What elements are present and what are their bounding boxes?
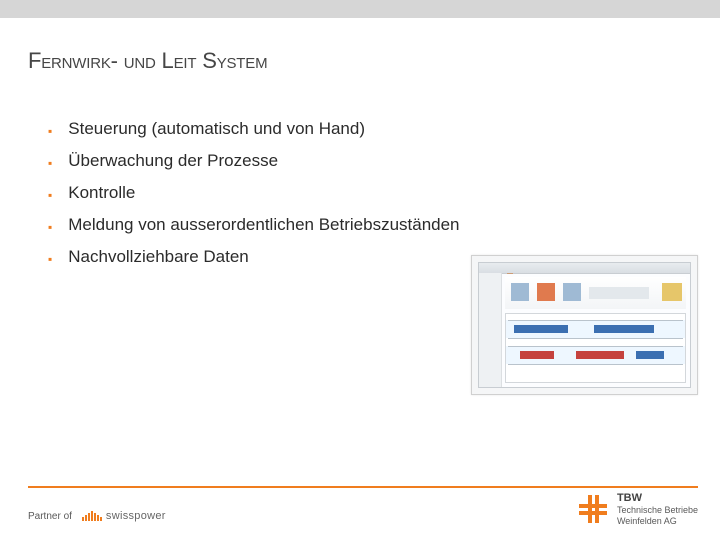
title-part: Leit [162, 48, 203, 73]
list-item: ▪ Meldung von ausserordentlichen Betriebs… [48, 214, 690, 237]
bullet-text: Meldung von ausserordentlichen Betriebsz… [68, 214, 459, 237]
top-bar [0, 0, 720, 18]
tbw-logo: TBW Technische Betriebe Weinfelden AG [579, 492, 698, 526]
list-item: ▪ Kontrolle [48, 182, 690, 205]
tbw-icon [579, 495, 607, 523]
title-dash: - [111, 48, 124, 73]
title-part: Fernwirk [28, 48, 111, 73]
bullet-icon: ▪ [48, 155, 52, 171]
slide-title: Fernwirk- und Leit System [28, 48, 267, 74]
title-part: und [124, 48, 162, 73]
swisspower-icon [82, 511, 102, 521]
bullet-text: Überwachung der Prozesse [68, 150, 278, 173]
bullet-text: Steuerung (automatisch und von Hand) [68, 118, 365, 141]
list-item: ▪ Steuerung (automatisch und von Hand) [48, 118, 690, 141]
tbw-name: TBW [617, 492, 698, 505]
swisspower-name: swisspower [106, 510, 166, 522]
swisspower-logo: swisspower [82, 510, 166, 522]
footer-left: Partner of swisspower [28, 510, 166, 522]
tbw-line: Technische Betriebe [617, 505, 698, 515]
tbw-text: TBW Technische Betriebe Weinfelden AG [617, 492, 698, 526]
tbw-line: Weinfelden AG [617, 516, 677, 526]
bullet-list: ▪ Steuerung (automatisch und von Hand) ▪ Ü… [48, 118, 690, 278]
title-part: System [202, 48, 267, 73]
bullet-icon: ▪ [48, 219, 52, 235]
screenshot-thumbnail: ⎯⎯ [471, 255, 698, 395]
bullet-icon: ▪ [48, 123, 52, 139]
slide: Fernwirk- und Leit System ▪ Steuerung (au… [0, 0, 720, 540]
partner-label: Partner of [28, 511, 72, 522]
bullet-text: Nachvollziehbare Daten [68, 246, 249, 269]
footer-divider [28, 486, 698, 488]
bullet-icon: ▪ [48, 251, 52, 267]
list-item: ▪ Überwachung der Prozesse [48, 150, 690, 173]
bullet-text: Kontrolle [68, 182, 135, 205]
bullet-icon: ▪ [48, 187, 52, 203]
